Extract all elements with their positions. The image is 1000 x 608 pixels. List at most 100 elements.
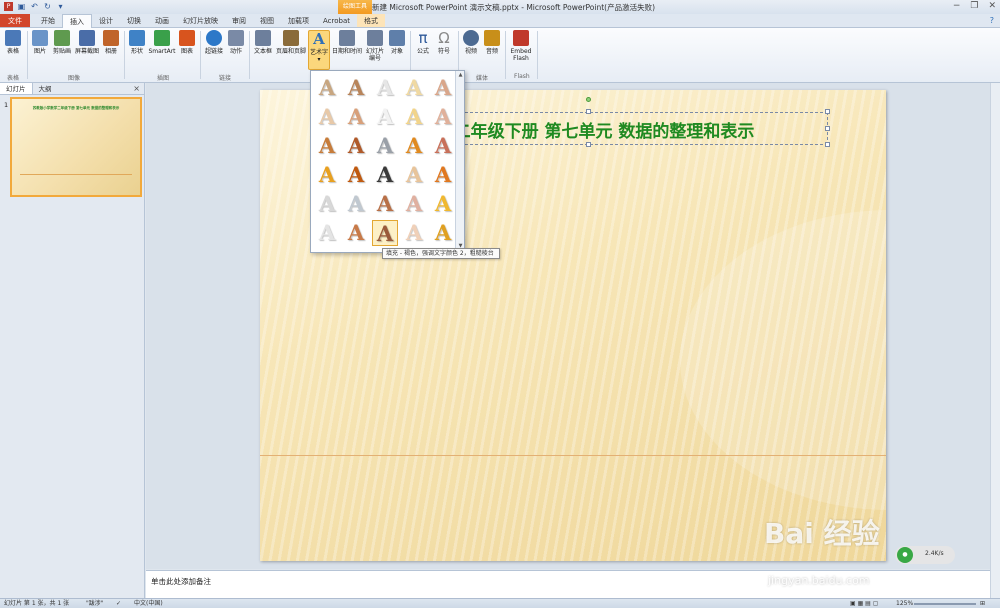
wordart-button[interactable]: A 艺术字 ▾ — [308, 30, 330, 70]
tab-insert[interactable]: 插入 — [62, 14, 92, 29]
drawing-tools-context-label: 绘图工具 — [338, 0, 372, 14]
status-language[interactable]: 中文(中国) — [134, 599, 163, 608]
rotate-handle[interactable] — [586, 97, 591, 102]
textbox-button[interactable]: 文本框 — [252, 30, 274, 55]
tab-acrobat[interactable]: Acrobat — [316, 14, 357, 27]
screenshot-button[interactable]: 屏幕截图 — [74, 30, 100, 55]
wordart-style-3-1[interactable]: A — [343, 162, 369, 188]
undo-icon[interactable]: ↶ — [30, 2, 39, 11]
slide-thumbnail-number: 1 — [4, 101, 9, 109]
wordart-style-5-4[interactable]: A — [430, 220, 456, 246]
wordart-style-2-0[interactable]: A — [314, 133, 340, 159]
table-button[interactable]: 表格 — [3, 30, 23, 55]
wordart-style-0-4[interactable]: A — [430, 75, 456, 101]
status-zoom[interactable]: 125% — [896, 599, 913, 608]
vertical-scrollbar[interactable] — [990, 83, 1000, 598]
object-button[interactable]: 对象 — [387, 30, 407, 55]
resize-handle-n[interactable] — [586, 109, 591, 114]
action-button[interactable]: 动作 — [226, 30, 246, 55]
wordart-style-4-4[interactable]: A — [430, 191, 456, 217]
tab-file[interactable]: 文件 — [0, 14, 30, 27]
gallery-scrollbar[interactable]: ▲ ▼ — [455, 71, 464, 252]
wordart-style-5-3[interactable]: A — [401, 220, 427, 246]
wordart-style-4-0[interactable]: A — [314, 191, 340, 217]
wordart-style-3-3[interactable]: A — [401, 162, 427, 188]
wordart-style-4-3[interactable]: A — [401, 191, 427, 217]
redo-icon[interactable]: ↻ — [43, 2, 52, 11]
tab-slides[interactable]: 幻灯片 — [0, 83, 33, 94]
header-footer-button[interactable]: 页眉和页脚 — [275, 30, 307, 55]
wordart-style-3-0[interactable]: A — [314, 162, 340, 188]
resize-handle-s[interactable] — [586, 142, 591, 147]
video-button[interactable]: 视频 — [461, 30, 481, 55]
view-buttons[interactable]: ▣ ▦ ▤ ▢ — [850, 599, 878, 608]
smartart-button[interactable]: SmartArt — [148, 30, 176, 55]
close-pane-button[interactable]: × — [133, 84, 140, 93]
wordart-style-2-4[interactable]: A — [430, 133, 456, 159]
tab-review[interactable]: 审阅 — [225, 14, 253, 27]
tab-outline[interactable]: 大纲 — [33, 83, 58, 94]
audio-button[interactable]: 音频 — [482, 30, 502, 55]
minimize-button[interactable]: − — [953, 1, 961, 11]
tab-view[interactable]: 视图 — [253, 14, 281, 27]
notes-placeholder[interactable]: 单击此处添加备注 — [151, 576, 211, 587]
wordart-style-0-2[interactable]: A — [372, 75, 398, 101]
chart-button[interactable]: 图表 — [177, 30, 197, 55]
resize-handle-se[interactable] — [825, 142, 830, 147]
tab-home[interactable]: 开始 — [34, 14, 62, 27]
wordart-style-1-3[interactable]: A — [401, 104, 427, 130]
wordart-style-2-3[interactable]: A — [401, 133, 427, 159]
slide-thumbnail[interactable]: 苏教版小学数学二年级下册 第七单元 数据的整理和表示 — [10, 97, 142, 197]
wordart-style-0-1[interactable]: A — [343, 75, 369, 101]
wordart-style-0-0[interactable]: A — [314, 75, 340, 101]
wordart-style-2-1[interactable]: A — [343, 133, 369, 159]
wordart-style-1-4[interactable]: A — [430, 104, 456, 130]
wordart-style-1-0[interactable]: A — [314, 104, 340, 130]
zoom-slider[interactable] — [914, 603, 976, 605]
slide-number-button[interactable]: 幻灯片 编号 — [364, 30, 386, 62]
save-icon[interactable]: ▣ — [17, 2, 26, 11]
embed-flash-label: Embed Flash — [510, 48, 532, 62]
wordart-style-5-0[interactable]: A — [314, 220, 340, 246]
clipart-label: 剪贴画 — [52, 48, 71, 55]
embed-flash-button[interactable]: Embed Flash — [508, 30, 534, 62]
wordart-style-3-2[interactable]: A — [372, 162, 398, 188]
fit-to-window-icon[interactable]: ⊞ — [980, 599, 985, 608]
hyperlink-button[interactable]: 超链接 — [203, 30, 225, 55]
wordart-style-5-2[interactable]: A — [372, 220, 398, 246]
datetime-button[interactable]: 日期和时间 — [331, 30, 363, 55]
status-bar: 幻灯片 第 1 张，共 1 张 "跋涉" ✓ 中文(中国) ▣ ▦ ▤ ▢ 12… — [0, 598, 1000, 608]
wordart-style-0-3[interactable]: A — [401, 75, 427, 101]
wordart-style-5-1[interactable]: A — [343, 220, 369, 246]
tab-design[interactable]: 设计 — [92, 14, 120, 27]
smartart-icon — [154, 30, 170, 46]
shapes-button[interactable]: 形状 — [127, 30, 147, 55]
spellcheck-icon[interactable]: ✓ — [116, 599, 121, 608]
tab-slideshow[interactable]: 幻灯片放映 — [176, 14, 225, 27]
wordart-style-3-4[interactable]: A — [430, 162, 456, 188]
wordart-style-4-2[interactable]: A — [372, 191, 398, 217]
close-button[interactable]: ✕ — [988, 1, 996, 11]
tab-animations[interactable]: 动画 — [148, 14, 176, 27]
wordart-style-1-2[interactable]: A — [372, 104, 398, 130]
customize-qat-icon[interactable]: ▾ — [56, 2, 65, 11]
album-icon — [103, 30, 119, 46]
wordart-style-2-2[interactable]: A — [372, 133, 398, 159]
slide-thumbnail-title: 苏教版小学数学二年级下册 第七单元 数据的整理和表示 — [32, 106, 120, 110]
symbol-button[interactable]: Ω 符号 — [434, 30, 454, 55]
tab-addins[interactable]: 加载项 — [281, 14, 316, 27]
clipart-button[interactable]: 剪贴画 — [51, 30, 73, 55]
tab-transitions[interactable]: 切换 — [120, 14, 148, 27]
wordart-style-4-1[interactable]: A — [343, 191, 369, 217]
album-button[interactable]: 相册 — [101, 30, 121, 55]
maximize-button[interactable]: ❐ — [970, 1, 978, 11]
picture-button[interactable]: 图片 — [30, 30, 50, 55]
baidu-watermark-url: jingyan.baidu.com — [768, 574, 870, 587]
resize-handle-e[interactable] — [825, 126, 830, 131]
equation-button[interactable]: π 公式 — [413, 30, 433, 55]
wordart-style-1-1[interactable]: A — [343, 104, 369, 130]
help-icon[interactable]: ? — [990, 16, 994, 25]
tab-format[interactable]: 格式 — [357, 14, 385, 27]
resize-handle-ne[interactable] — [825, 109, 830, 114]
gallery-scroll-up[interactable]: ▲ — [457, 72, 464, 79]
